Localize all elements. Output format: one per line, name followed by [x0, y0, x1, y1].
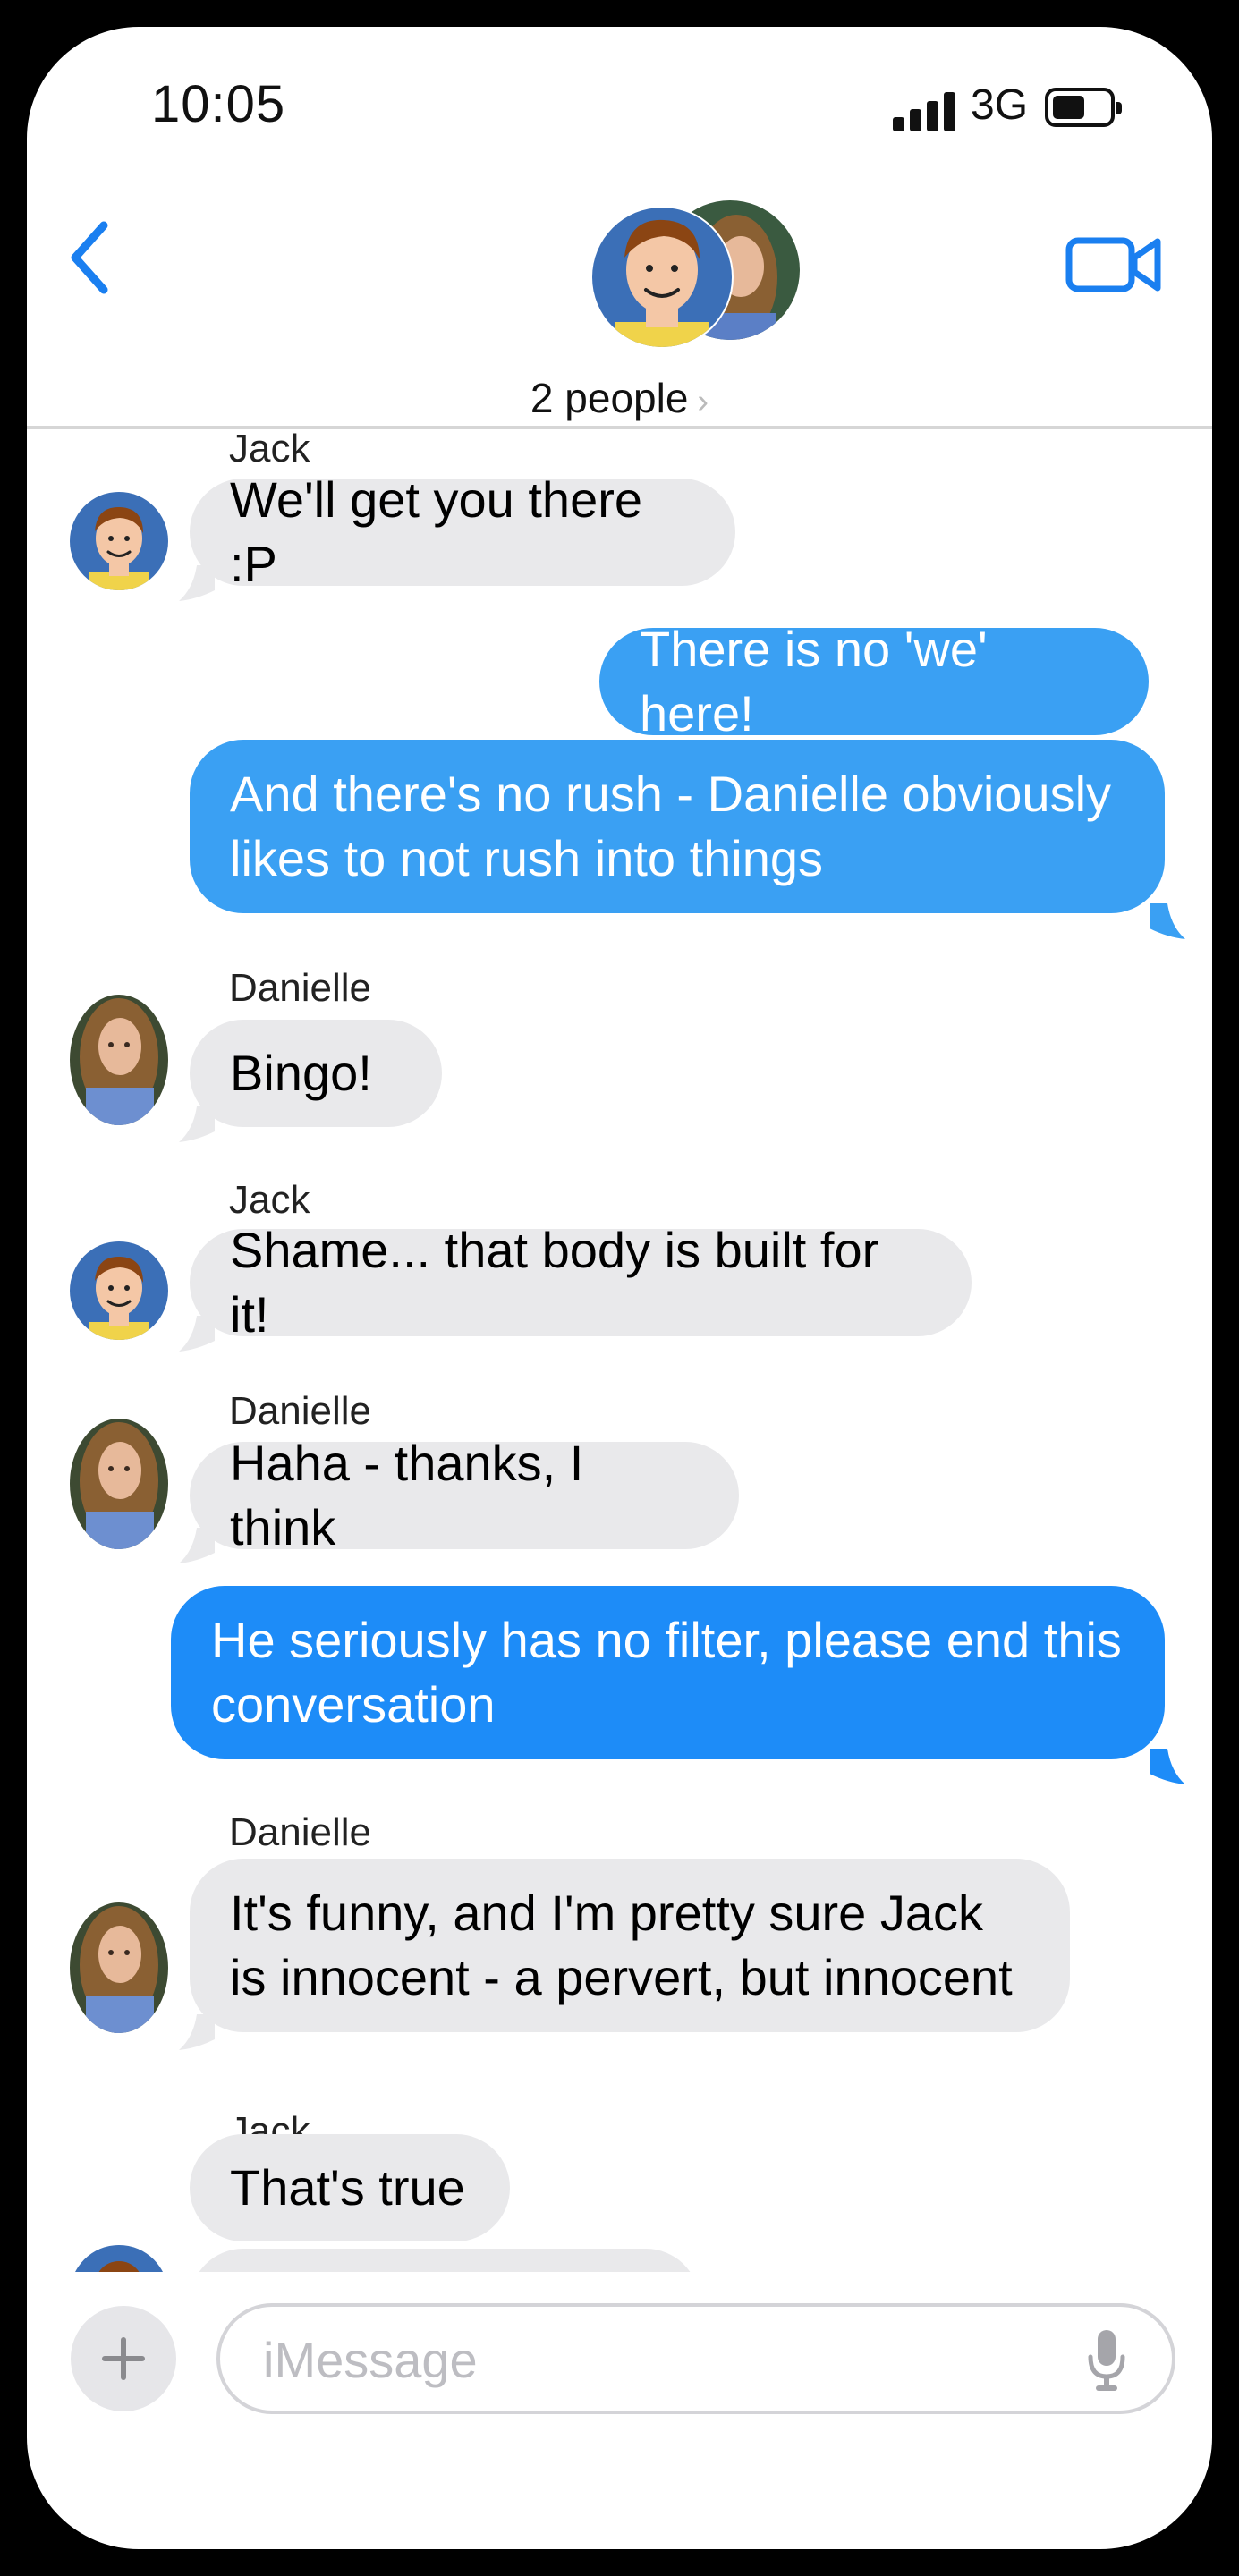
message-bubble[interactable]: He seriously has no filter, please end t…	[171, 1586, 1165, 1759]
message-bubble[interactable]: And there's no rush - Danielle obviously…	[190, 740, 1165, 913]
clipped-message-row	[27, 2245, 1212, 2272]
message-bubble[interactable]: It's funny, and I'm pretty sure Jack is …	[190, 1859, 1070, 2032]
battery-icon	[1045, 88, 1122, 127]
group-people-label[interactable]: 2 people ›	[27, 374, 1212, 422]
network-type: 3G	[971, 81, 1029, 129]
message-bubble[interactable]: Bingo!	[190, 1020, 442, 1127]
sender-name: Jack	[229, 427, 310, 470]
imessage-field[interactable]	[261, 2325, 1052, 2394]
jack-avatar	[70, 492, 168, 590]
screen: 10:05 3G 2 people › Jack We'll get you t…	[27, 27, 1212, 2549]
message-bubble[interactable]: Haha - thanks, I think	[190, 1435, 739, 1555]
microphone-icon[interactable]	[1086, 2326, 1127, 2394]
back-chevron-icon[interactable]	[64, 213, 118, 302]
message-bubble[interactable]: There is no 'we' here!	[599, 621, 1149, 741]
message-bubble[interactable]: Shame... that body is built for it!	[190, 1222, 972, 1343]
danielle-avatar	[70, 1902, 168, 2033]
sender-name: Danielle	[229, 1810, 371, 1854]
message-bubble[interactable]: That's true	[190, 2134, 510, 2241]
status-time: 10:05	[151, 75, 286, 133]
people-count: 2 people	[530, 375, 689, 421]
jack-avatar	[70, 2245, 168, 2272]
video-camera-icon[interactable]	[1065, 225, 1163, 302]
header-divider	[27, 426, 1212, 429]
sender-name: Danielle	[229, 966, 371, 1010]
plus-icon[interactable]	[71, 2306, 176, 2411]
group-avatar[interactable]	[589, 197, 803, 358]
signal-icon	[893, 92, 955, 131]
danielle-avatar	[70, 1419, 168, 1549]
sender-name: Jack	[229, 1178, 310, 1222]
jack-avatar	[70, 1241, 168, 1340]
message-bubble[interactable]: We'll get you there :P	[190, 471, 735, 592]
chevron-right-icon: ›	[697, 383, 709, 420]
message-input[interactable]	[216, 2303, 1175, 2414]
bubble-tail	[1150, 1749, 1185, 1784]
bubble-tail	[1150, 903, 1185, 939]
danielle-avatar	[70, 995, 168, 1125]
phone-frame: 10:05 3G 2 people › Jack We'll get you t…	[0, 0, 1239, 2576]
sender-name: Danielle	[229, 1389, 371, 1433]
message-bubble[interactable]	[190, 2249, 700, 2272]
